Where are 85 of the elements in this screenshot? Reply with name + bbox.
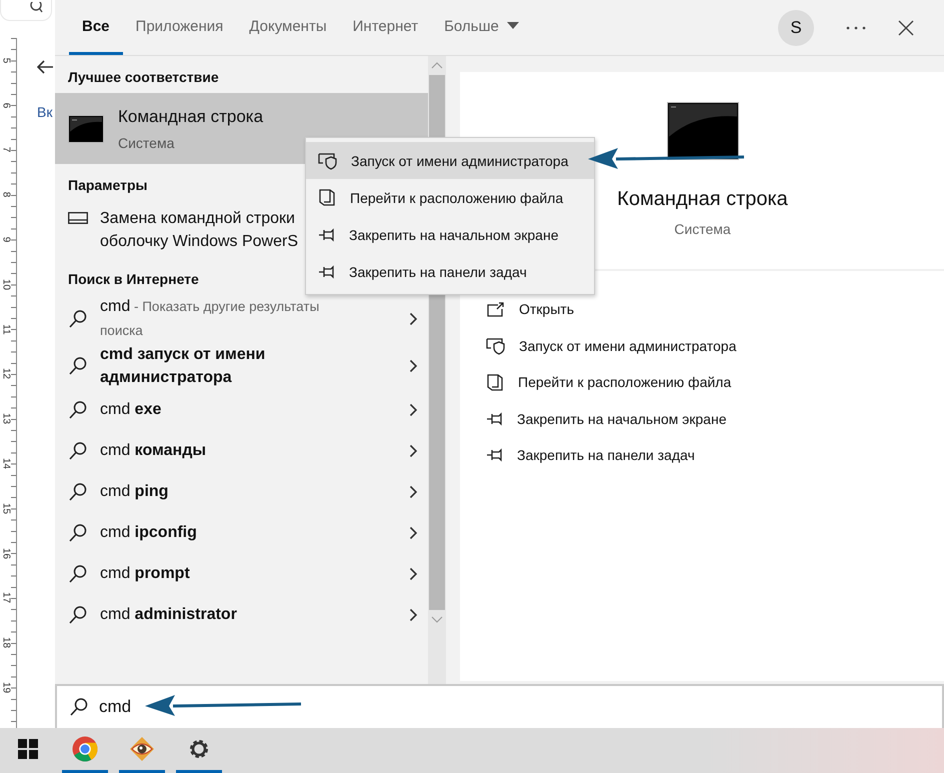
menu-item[interactable]: Перейти к расположению файла [306, 179, 594, 216]
chevron-icon [409, 484, 418, 498]
search-icon [68, 400, 88, 420]
file-icon [318, 188, 336, 207]
suggestion-text[interactable]: cmd команды [100, 439, 348, 462]
menu-item[interactable]: Закрепить на панели задач [306, 253, 594, 290]
open-window-icon [486, 300, 505, 318]
ruler-number: 8 [0, 191, 12, 200]
chevron-icon [409, 312, 418, 326]
suggestion-text[interactable]: cmd administrator [100, 603, 348, 626]
action-item[interactable]: Закрепить на начальном экране [486, 400, 944, 437]
ruler-number: 17 [0, 592, 12, 604]
browser-icon [72, 736, 98, 762]
search-icon [68, 356, 88, 376]
chevron-icon [409, 566, 418, 580]
ruler-number: 5 [0, 56, 12, 66]
shield-window-icon [318, 152, 337, 170]
file-icon [486, 372, 504, 392]
suggestion-text[interactable]: cmd ipconfig [100, 521, 348, 544]
search-icon [68, 604, 88, 624]
scroll-down-icon [431, 616, 443, 623]
chevron-icon [409, 608, 418, 622]
search-icon [68, 440, 88, 460]
suggestion-text[interactable]: cmd запуск от имени администратора [100, 343, 348, 389]
chevron-icon [409, 526, 418, 540]
ruler-number: 16 [0, 547, 12, 560]
action-item[interactable]: Открыть [486, 291, 944, 328]
scroll-up-icon [431, 62, 443, 69]
section-heading: Поиск в Интернете [68, 271, 199, 287]
ruler-number: 18 [0, 636, 12, 649]
ruler-number: 10 [0, 278, 12, 290]
action-item[interactable]: Закрепить на панели задач [486, 437, 944, 474]
menu-item[interactable]: Запуск от имени администратора [306, 142, 594, 179]
ruler-number: 11 [0, 323, 12, 336]
tab[interactable]: Приложения [122, 0, 236, 55]
ruler-number: 15 [0, 502, 12, 514]
chevron-icon [409, 444, 418, 458]
ruler-number: 9 [0, 236, 12, 244]
action-item[interactable]: Перейти к расположению файла [486, 364, 944, 400]
search-icon [69, 697, 89, 717]
action-item[interactable]: Запуск от имени администратора [486, 328, 944, 364]
ruler-number: 14 [0, 458, 12, 470]
ruler-number: 12 [0, 368, 12, 380]
search-icon [68, 482, 88, 502]
ruler-number: 19 [0, 682, 12, 694]
tab-label[interactable]: Вк [37, 104, 53, 120]
chevron-icon [409, 402, 418, 416]
suggestion-text[interactable]: cmd prompt [100, 562, 348, 585]
suggestion-text[interactable]: cmd ping [100, 480, 348, 503]
preview-subtitle: Система [674, 221, 731, 237]
result-text[interactable]: оболочку Windows PowerS [100, 230, 298, 253]
tab[interactable]: Документы [236, 0, 340, 55]
section-heading: Лучшее соответствие [68, 69, 219, 85]
windows-logo-icon [18, 739, 38, 759]
search-icon [29, 2, 43, 14]
shield-window-icon [486, 336, 505, 355]
back-arrow-icon [37, 60, 53, 74]
console-icon [666, 102, 738, 160]
suggestion-text[interactable]: cmd exe [100, 398, 348, 421]
display-icon [68, 212, 88, 224]
ruler-number: 7 [0, 146, 12, 155]
section-heading: Параметры [68, 177, 148, 193]
chevron-icon [409, 359, 418, 373]
account-avatar[interactable]: S [778, 10, 814, 46]
more-icon [846, 26, 866, 30]
search-icon [68, 564, 88, 584]
preview-title: Командная строка [617, 188, 788, 211]
tab[interactable]: Все [69, 0, 123, 55]
search-input[interactable]: cmd [99, 697, 299, 717]
console-icon [68, 114, 104, 142]
ruler-number: 13 [0, 412, 12, 425]
result-text[interactable]: Замена командной строки [100, 207, 298, 230]
tab[interactable]: Больше [431, 0, 532, 55]
result-title: Командная строка [118, 106, 264, 126]
search-field[interactable] [0, 0, 52, 21]
search-icon [68, 309, 88, 329]
suggestion-text[interactable]: cmd - Показать другие результаты поиска [100, 295, 348, 343]
caret-icon [506, 22, 519, 30]
close-icon [898, 20, 914, 36]
search-icon [68, 522, 88, 542]
tab[interactable]: Интернет [340, 0, 432, 55]
result-subtitle: Система [118, 134, 176, 150]
ruler-number: 6 [0, 101, 12, 110]
eye-icon [129, 736, 155, 762]
menu-item[interactable]: Закрепить на начальном экране [306, 216, 594, 253]
